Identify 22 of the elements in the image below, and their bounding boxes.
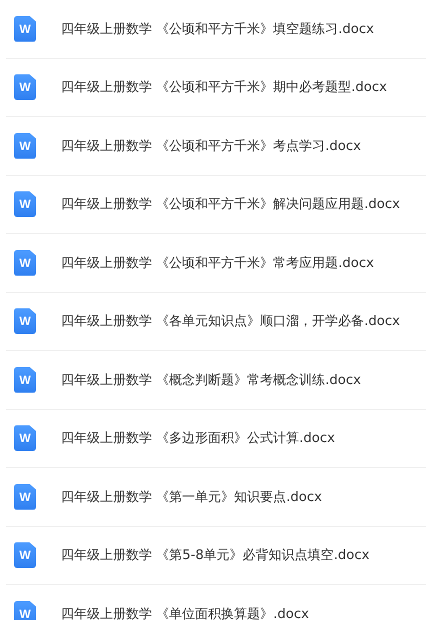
file-name[interactable]: 四年级上册数学 《概念判断题》常考概念训练.docx bbox=[61, 370, 361, 389]
word-document-icon: W bbox=[14, 308, 36, 334]
word-document-icon: W bbox=[14, 425, 36, 452]
word-document-icon: W bbox=[14, 542, 36, 568]
word-document-icon: W bbox=[14, 484, 36, 510]
file-name[interactable]: 四年级上册数学 《公顷和平方千米》考点学习.docx bbox=[61, 136, 361, 155]
word-document-icon: W bbox=[14, 250, 36, 276]
file-name[interactable]: 四年级上册数学 《各单元知识点》顺口溜，开学必备.docx bbox=[61, 312, 400, 330]
file-name[interactable]: 四年级上册数学 《第一单元》知识要点.docx bbox=[61, 488, 322, 506]
word-document-icon: W bbox=[14, 74, 36, 100]
file-name[interactable]: 四年级上册数学 《多边形面积》公式计算.docx bbox=[61, 429, 335, 448]
word-document-icon: W bbox=[14, 366, 36, 393]
file-name[interactable]: 四年级上册数学 《公顷和平方千米》常考应用题.docx bbox=[61, 254, 374, 272]
word-document-icon: W bbox=[14, 600, 36, 620]
word-document-icon: W bbox=[14, 191, 36, 218]
word-document-icon: W bbox=[14, 132, 36, 159]
file-name[interactable]: 四年级上册数学 《公顷和平方千米》期中必考题型.docx bbox=[61, 78, 387, 96]
file-name[interactable]: 四年级上册数学 《第5-8单元》必背知识点填空.docx bbox=[61, 546, 370, 564]
file-name[interactable]: 四年级上册数学 《单位面积换算题》.docx bbox=[61, 604, 309, 620]
file-name[interactable]: 四年级上册数学 《公顷和平方千米》解决问题应用题.docx bbox=[61, 195, 400, 214]
word-document-icon: W bbox=[14, 16, 36, 42]
file-name[interactable]: 四年级上册数学 《公顷和平方千米》填空题练习.docx bbox=[61, 20, 374, 38]
